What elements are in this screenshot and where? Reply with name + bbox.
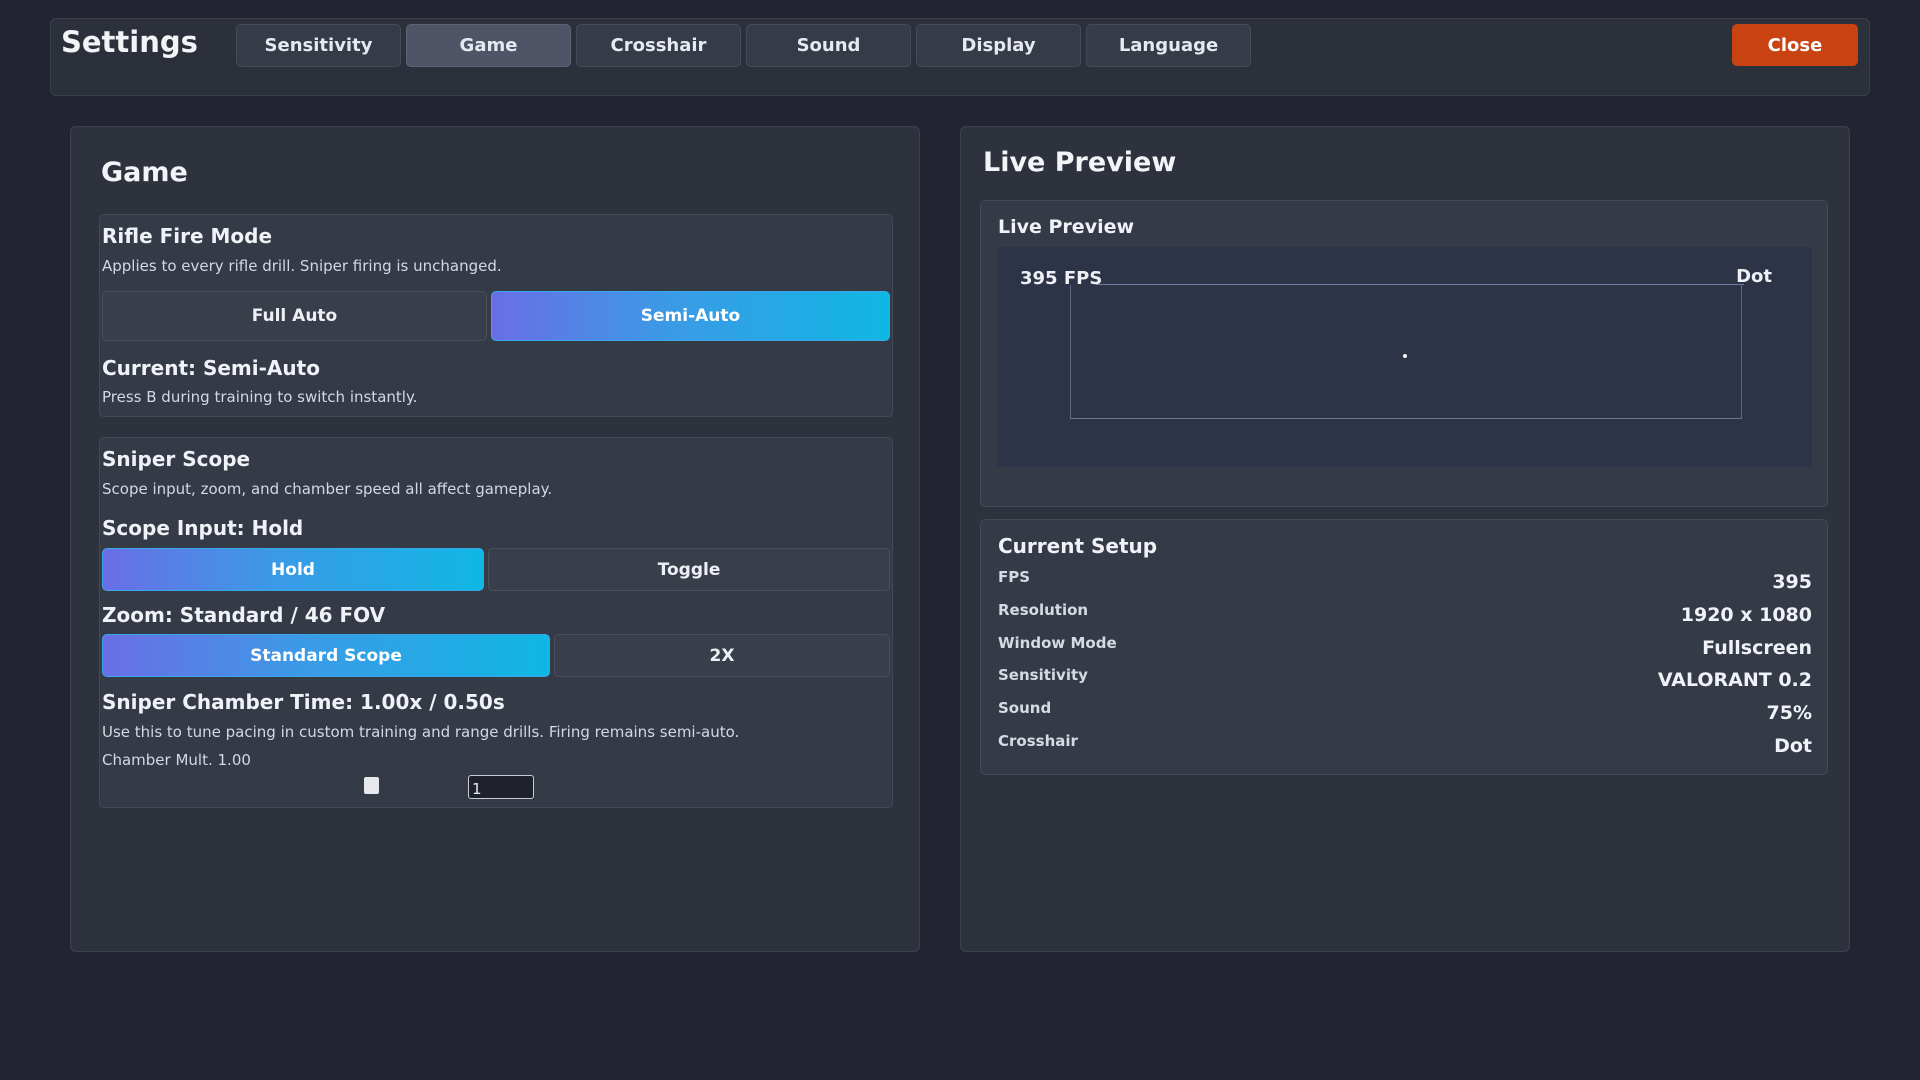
setup-value: VALORANT 0.2 [1657,669,1812,691]
current-setup-title: Current Setup [998,534,1158,558]
sniper-scope-title: Sniper Scope [102,447,251,471]
chamber-mult-slider[interactable] [364,777,379,794]
setup-key: Sensitivity [998,666,1088,684]
setup-key: FPS [998,568,1031,586]
scope-input-label: Scope Input: Hold [102,516,304,540]
tab-game[interactable]: Game [406,24,571,67]
game-panel: Game Rifle Fire Mode Applies to every ri… [70,126,920,952]
tab-display[interactable]: Display [916,24,1081,67]
preview-panel: Live Preview Live Preview 395 FPS Dot Cu… [960,126,1850,952]
setup-row-sensitivity: Sensitivity VALORANT 0.2 [998,666,1812,696]
chamber-mult-input[interactable] [468,775,534,799]
setup-value: Dot [1774,735,1812,757]
semi-auto-button[interactable]: Semi-Auto [491,291,890,341]
preview-crosshair-label: Dot [1736,266,1772,287]
rifle-fire-mode-description: Applies to every rifle drill. Sniper fir… [102,257,502,275]
full-auto-button[interactable]: Full Auto [102,291,487,341]
preview-frame [1070,285,1742,419]
live-preview-card: Live Preview 395 FPS Dot [980,200,1828,507]
preview-panel-title: Live Preview [983,147,1177,178]
preview-viewport: 395 FPS Dot [998,247,1812,467]
sniper-scope-description: Scope input, zoom, and chamber speed all… [102,480,553,498]
setup-row-fps: FPS 395 [998,568,1812,598]
preview-fps-readout: 395 FPS [1020,268,1103,289]
setup-key: Crosshair [998,732,1078,750]
live-preview-card-title: Live Preview [998,216,1135,238]
sniper-scope-card: Sniper Scope Scope input, zoom, and cham… [99,437,893,808]
standard-scope-button[interactable]: Standard Scope [102,634,550,677]
crosshair-dot-icon [1403,354,1407,358]
rifle-current-mode: Current: Semi-Auto [102,356,320,380]
setup-key: Sound [998,699,1052,717]
settings-title: Settings [61,25,198,59]
setup-value: 75% [1766,702,1812,724]
setup-value: 395 [1772,571,1812,593]
scope-toggle-button[interactable]: Toggle [488,548,890,591]
chamber-time-label: Sniper Chamber Time: 1.00x / 0.50s [102,690,505,714]
tab-sound[interactable]: Sound [746,24,911,67]
setup-key: Resolution [998,601,1089,619]
scope-hold-button[interactable]: Hold [102,548,484,591]
rifle-switch-hint: Press B during training to switch instan… [102,388,418,406]
rifle-fire-mode-card: Rifle Fire Mode Applies to every rifle d… [99,214,893,417]
setup-row-window-mode: Window Mode Fullscreen [998,634,1812,664]
current-setup-card: Current Setup FPS 395 Resolution 1920 x … [980,519,1828,775]
tab-language[interactable]: Language [1086,24,1251,67]
chamber-time-hint: Use this to tune pacing in custom traini… [102,723,740,741]
rifle-fire-mode-title: Rifle Fire Mode [102,224,273,248]
close-button[interactable]: Close [1732,24,1858,66]
settings-header: Settings Sensitivity Game Crosshair Soun… [50,18,1870,96]
setup-value: 1920 x 1080 [1680,604,1812,626]
setup-row-sound: Sound 75% [998,699,1812,729]
setup-key: Window Mode [998,634,1117,652]
setup-value: Fullscreen [1702,637,1812,659]
setup-row-crosshair: Crosshair Dot [998,732,1812,762]
zoom-label: Zoom: Standard / 46 FOV [102,603,386,627]
setup-row-resolution: Resolution 1920 x 1080 [998,601,1812,631]
zoom-2x-button[interactable]: 2X [554,634,890,677]
tab-sensitivity[interactable]: Sensitivity [236,24,401,67]
game-panel-title: Game [101,157,188,188]
chamber-mult-label: Chamber Mult. 1.00 [102,751,251,769]
tab-crosshair[interactable]: Crosshair [576,24,741,67]
